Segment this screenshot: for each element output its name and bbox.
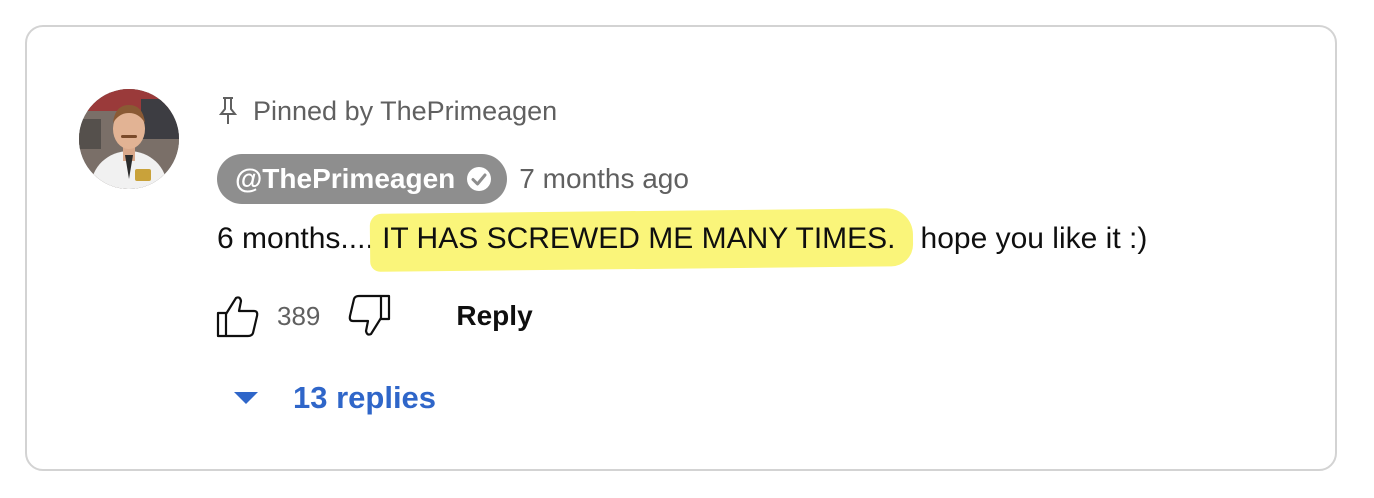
comment-highlight: IT HAS SCREWED ME MANY TIMES.	[382, 219, 895, 259]
comment-actions: 389 Reply	[213, 291, 533, 341]
avatar-photo	[79, 89, 179, 189]
pinned-text: Pinned by ThePrimeagen	[253, 95, 558, 126]
avatar[interactable]	[79, 89, 179, 189]
comment-card: Pinned by ThePrimeagen @ThePrimeagen 7 m…	[25, 25, 1337, 471]
like-button[interactable]	[213, 292, 261, 340]
verified-check-icon	[467, 167, 492, 191]
comment-text-before: 6 months....	[217, 222, 374, 255]
comment-header: @ThePrimeagen 7 months ago	[217, 154, 689, 204]
replies-label[interactable]: 13 replies	[293, 380, 436, 416]
comment-timestamp[interactable]: 7 months ago	[519, 163, 689, 195]
author-chip[interactable]: @ThePrimeagen	[217, 154, 508, 204]
dislike-button[interactable]	[346, 292, 394, 340]
thumbs-down-icon	[349, 294, 391, 336]
comment-text-highlighted: IT HAS SCREWED ME MANY TIMES.	[382, 222, 896, 255]
comment-text: 6 months.... IT HAS SCREWED ME MANY TIME…	[217, 219, 1147, 259]
thumbs-up-icon	[216, 296, 259, 338]
comment-text-after: I hope you like it :)	[903, 222, 1148, 255]
caret-down-icon	[234, 392, 258, 404]
author-name[interactable]: @ThePrimeagen	[235, 163, 455, 195]
pin-icon	[218, 97, 238, 124]
reply-button[interactable]: Reply	[456, 300, 532, 332]
view-replies-button[interactable]: 13 replies	[233, 377, 436, 419]
pinned-label: Pinned by ThePrimeagen	[217, 93, 557, 129]
like-count: 389	[277, 300, 321, 331]
